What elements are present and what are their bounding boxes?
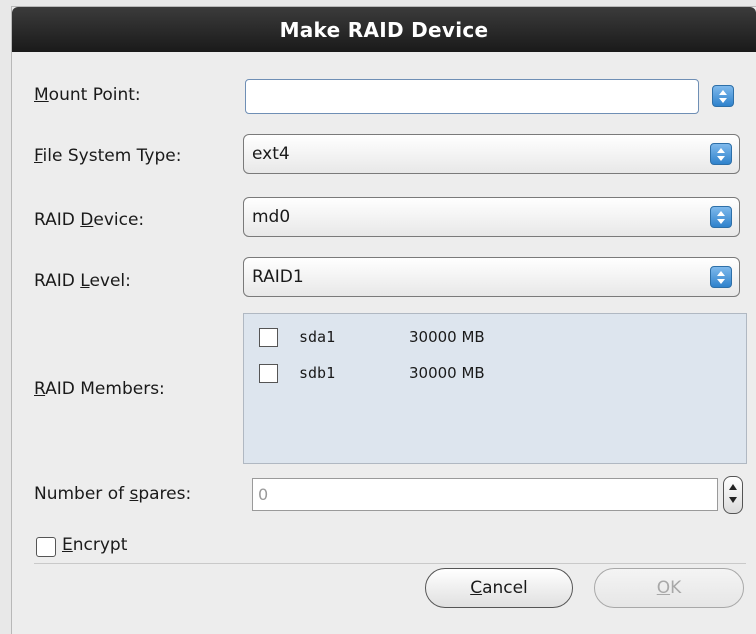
mount-point-dropdown-button[interactable] [703,79,743,114]
raid-members-label: RAID Members: [34,379,165,399]
raid-level-combo[interactable]: RAID1 [243,257,740,297]
updown-arrows-icon [710,266,732,288]
updown-arrows-icon [710,206,732,228]
cancel-button[interactable]: Cancel [425,568,573,608]
member-name: sda1 [299,328,336,346]
raid-device-combo[interactable]: md0 [243,197,740,237]
encrypt-label: Encrypt [62,535,128,555]
fs-type-label: File System Type: [34,146,182,166]
spin-arrows-icon[interactable] [723,476,743,514]
fs-type-value: ext4 [252,144,290,164]
updown-arrows-icon [712,85,734,107]
member-size: 30000 MB [409,364,485,382]
raid-device-value: md0 [252,207,291,227]
member-name: sdb1 [299,364,336,382]
member-checkbox[interactable] [259,364,278,383]
mount-point-input[interactable] [245,79,699,114]
encrypt-checkbox[interactable] [36,537,56,557]
button-separator [34,563,746,564]
member-checkbox[interactable] [259,328,278,347]
member-size: 30000 MB [409,328,485,346]
fs-type-combo[interactable]: ext4 [243,134,740,174]
ok-button[interactable]: OK [594,568,744,608]
dialog-title: Make RAID Device [279,17,489,42]
dialog-titlebar[interactable]: Make RAID Device [12,7,756,52]
raid-device-label: RAID Device: [34,210,145,230]
raid-level-label: RAID Level: [34,271,131,291]
spares-input[interactable]: 0 [252,478,718,511]
raid-level-value: RAID1 [252,267,304,287]
mount-point-label: Mount Point: [34,85,141,105]
spares-value: 0 [258,485,269,504]
raid-members-list[interactable]: sda1 30000 MB sdb1 30000 MB [243,313,747,464]
spares-label: Number of spares: [34,484,192,504]
make-raid-dialog: Make RAID Device Mount Point: File Syste… [12,7,756,634]
updown-arrows-icon [710,143,732,165]
